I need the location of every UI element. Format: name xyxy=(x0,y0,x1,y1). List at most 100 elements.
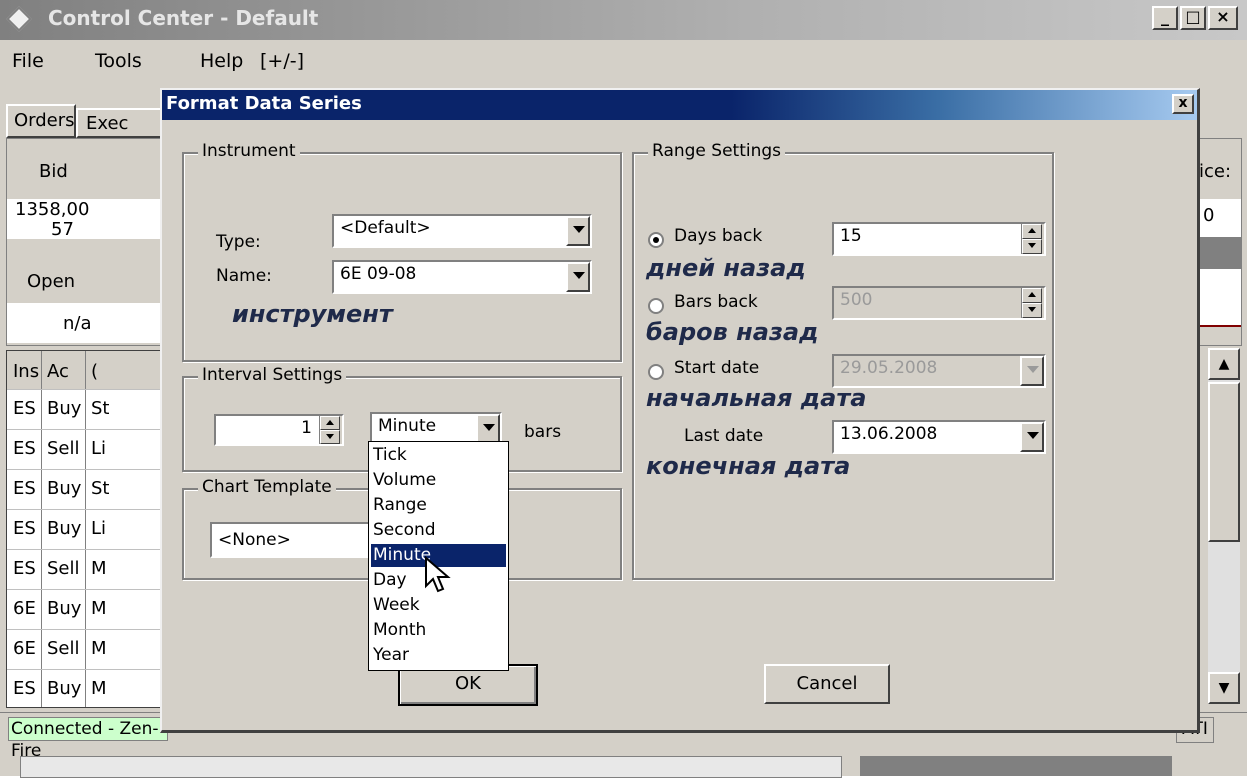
row-action: Buy xyxy=(47,478,82,499)
menu-help[interactable]: Help xyxy=(200,50,243,72)
instrument-group: Instrument Type: <Default> Name: 6E 09-0… xyxy=(182,141,622,362)
table-row[interactable]: 6E Sell M xyxy=(7,629,167,670)
tab-executions[interactable]: Exec xyxy=(76,108,166,138)
col-header-action[interactable]: Ac xyxy=(47,361,69,382)
row-instrument: ES xyxy=(13,518,36,539)
spin-down-icon[interactable] xyxy=(320,430,340,444)
table-row[interactable]: ES Buy St xyxy=(7,389,167,430)
tab-orders[interactable]: Orders xyxy=(6,104,76,138)
type-select[interactable]: <Default> xyxy=(332,214,592,248)
days-back-input[interactable]: 15 xyxy=(832,222,1046,256)
spin-up-icon[interactable] xyxy=(1022,224,1042,239)
bars-back-radio[interactable] xyxy=(648,298,664,314)
dialog-close-button[interactable]: x xyxy=(1172,94,1194,114)
spin-up-icon[interactable] xyxy=(1022,288,1042,303)
option-second[interactable]: Second xyxy=(371,519,506,542)
table-row[interactable]: ES Buy M xyxy=(7,669,167,710)
table-row[interactable]: ES Sell M xyxy=(7,549,167,590)
menu-file[interactable]: File xyxy=(12,50,44,72)
option-year[interactable]: Year xyxy=(371,644,506,667)
format-data-series-dialog: Format Data Series x Instrument Type: <D… xyxy=(160,88,1200,733)
connection-status: Connected - Zen-Fire xyxy=(8,717,168,761)
name-label: Name: xyxy=(216,266,272,286)
right-quote-panel: ice: 0 xyxy=(1196,138,1242,346)
main-window-title: Control Center - Default xyxy=(48,6,319,30)
instrument-annotation: инструмент xyxy=(232,300,393,328)
menu-expand[interactable]: [+/-] xyxy=(260,50,304,72)
option-week[interactable]: Week xyxy=(371,594,506,617)
table-row[interactable]: 6E Buy M xyxy=(7,589,167,630)
bid-label: Bid xyxy=(39,161,68,182)
mouse-cursor-icon xyxy=(425,556,451,593)
days-back-label: Days back xyxy=(674,226,763,246)
dialog-title: Format Data Series xyxy=(166,93,362,114)
type-value: <Default> xyxy=(340,218,431,238)
row-action: Buy xyxy=(47,398,82,419)
range-settings-group: Range Settings Days back 15 дней назад B… xyxy=(632,141,1054,580)
days-back-radio[interactable] xyxy=(648,232,664,248)
scroll-thumb[interactable] xyxy=(1208,382,1240,542)
row-instrument: ES xyxy=(13,398,36,419)
maximize-button[interactable]: □ xyxy=(1180,6,1206,30)
spin-buttons[interactable] xyxy=(1021,288,1044,318)
right-quote-value: 0 xyxy=(1203,205,1215,226)
right-white-band xyxy=(1197,269,1241,327)
row-type: St xyxy=(91,398,110,419)
row-type: M xyxy=(91,558,107,579)
option-volume[interactable]: Volume xyxy=(371,469,506,492)
scroll-down-button[interactable]: ▼ xyxy=(1208,672,1240,704)
minimize-button[interactable]: _ xyxy=(1152,6,1178,30)
table-row[interactable]: ES Buy Li xyxy=(7,509,167,550)
row-action: Buy xyxy=(47,598,82,619)
chart-template-value: <None> xyxy=(218,530,291,550)
bars-back-input[interactable]: 500 xyxy=(832,286,1046,320)
row-action: Buy xyxy=(47,518,82,539)
interval-value-spinner[interactable]: 1 xyxy=(214,414,344,446)
start-date-picker[interactable]: 29.05.2008 xyxy=(832,354,1046,388)
row-instrument: ES xyxy=(13,558,36,579)
col-header-instrument[interactable]: Ins xyxy=(13,361,39,382)
row-type: St xyxy=(91,478,110,499)
spin-down-icon[interactable] xyxy=(1022,239,1042,254)
col-header-type[interactable]: ( xyxy=(91,361,98,382)
row-instrument: 6E xyxy=(13,638,36,659)
chevron-down-icon[interactable] xyxy=(476,414,500,444)
menu-tools[interactable]: Tools xyxy=(95,50,142,72)
start-date-radio[interactable] xyxy=(648,364,664,380)
cancel-button[interactable]: Cancel xyxy=(764,664,890,704)
bid-value: 1358,00 xyxy=(15,199,90,220)
spin-down-icon[interactable] xyxy=(1022,303,1042,318)
row-instrument: 6E xyxy=(13,598,36,619)
chevron-down-icon[interactable] xyxy=(566,216,590,246)
open-label: Open xyxy=(27,271,76,292)
interval-value: 1 xyxy=(301,418,312,438)
last-date-value: 13.06.2008 xyxy=(840,424,938,444)
last-date-label: Last date xyxy=(684,426,764,446)
bottom-panel-right xyxy=(860,756,1172,776)
spin-up-icon[interactable] xyxy=(320,416,340,430)
close-button[interactable]: × xyxy=(1208,6,1238,30)
spin-buttons[interactable] xyxy=(1021,224,1044,254)
option-tick[interactable]: Tick xyxy=(371,444,506,467)
chevron-down-icon[interactable] xyxy=(1020,422,1044,452)
spin-buttons[interactable] xyxy=(319,416,342,444)
start-date-value: 29.05.2008 xyxy=(840,358,938,378)
instrument-group-label: Instrument xyxy=(198,141,300,161)
chevron-down-icon[interactable] xyxy=(1020,356,1044,386)
row-action: Sell xyxy=(47,558,80,579)
table-row[interactable]: ES Buy St xyxy=(7,469,167,510)
row-instrument: ES xyxy=(13,678,36,699)
interval-unit-value: Minute xyxy=(378,416,437,436)
table-row[interactable]: ES Sell Li xyxy=(7,429,167,470)
chevron-down-icon[interactable] xyxy=(566,262,590,292)
row-type: M xyxy=(91,638,107,659)
chart-template-select[interactable]: <None> xyxy=(210,522,390,558)
scroll-up-button[interactable]: ▲ xyxy=(1208,348,1240,380)
option-range[interactable]: Range xyxy=(371,494,506,517)
row-instrument: ES xyxy=(13,438,36,459)
dialog-title-bar: Format Data Series x xyxy=(162,90,1197,120)
orders-scrollbar[interactable]: ▲ ▼ xyxy=(1208,348,1240,704)
option-month[interactable]: Month xyxy=(371,619,506,642)
name-select[interactable]: 6E 09-08 xyxy=(332,260,592,294)
last-date-picker[interactable]: 13.06.2008 xyxy=(832,420,1046,454)
